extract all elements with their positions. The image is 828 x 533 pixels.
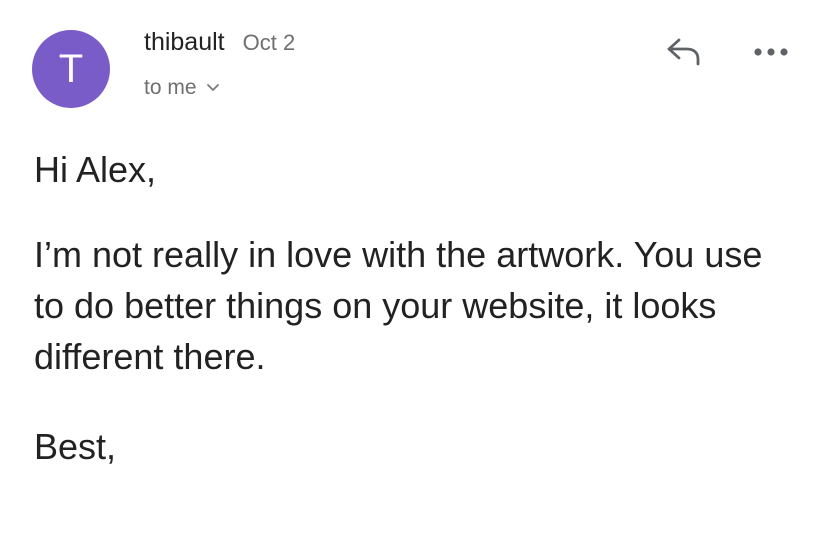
- recipient-toggle[interactable]: to me: [144, 76, 220, 100]
- reply-arrow-icon: [665, 37, 703, 72]
- chevron-down-icon: [206, 83, 220, 93]
- sender-avatar[interactable]: T: [32, 30, 110, 108]
- email-header: thibault Oct 2: [144, 28, 295, 57]
- more-options-button[interactable]: [748, 38, 794, 68]
- reply-button[interactable]: [664, 36, 704, 72]
- avatar-letter: T: [58, 46, 84, 91]
- email-greeting: Hi Alex,: [34, 149, 157, 190]
- email-message: I’m not really in love with the artwork.…: [34, 234, 763, 377]
- recipient-label: to me: [144, 76, 197, 99]
- email-date: Oct 2: [242, 30, 296, 55]
- more-horizontal-icon: [752, 44, 790, 62]
- sender-name[interactable]: thibault: [144, 28, 225, 57]
- email-signoff: Best,: [34, 426, 117, 467]
